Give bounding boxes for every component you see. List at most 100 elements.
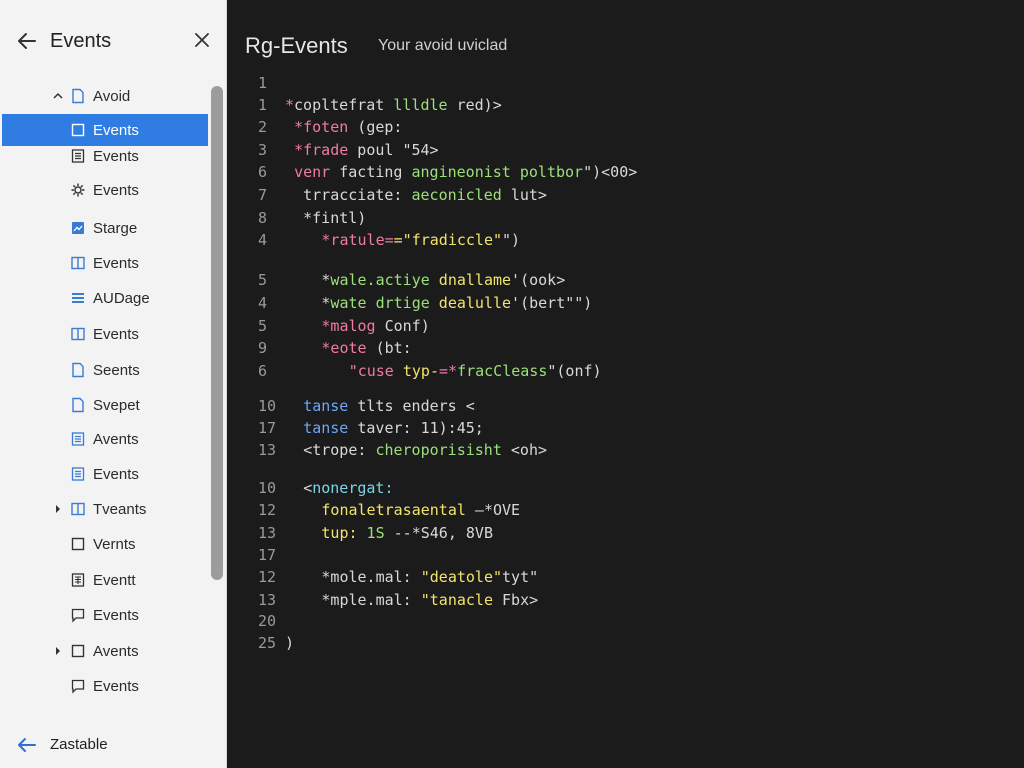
code-line[interactable]: 6 venr facting angineonist poltbor")<00> xyxy=(228,163,1008,185)
sidebar-item-label: Events xyxy=(93,148,139,165)
sidebar-item-label: Events xyxy=(93,326,139,343)
code-line[interactable]: 8 *fintl) xyxy=(228,209,1008,231)
sidebar-item-label: Events xyxy=(93,182,139,199)
file-icon xyxy=(72,88,84,104)
sidebar-item[interactable]: Seents xyxy=(0,357,212,383)
stack-icon xyxy=(72,293,84,303)
code-token: * xyxy=(285,96,295,114)
sidebar-item[interactable]: Vernts xyxy=(0,531,212,557)
code-line[interactable]: 10 <nonergat: xyxy=(228,479,1008,501)
code-token: tlts enders < xyxy=(348,397,475,415)
line-number: 17 xyxy=(258,419,277,437)
code-line[interactable]: 1 xyxy=(228,74,1008,96)
code-text: *wate drtige dealulle'(bert"") xyxy=(321,294,592,312)
line-number: 1 xyxy=(258,96,268,114)
code-token: typ- xyxy=(402,362,439,380)
square-icon xyxy=(71,537,85,551)
sidebar-item[interactable]: Avoid xyxy=(0,83,212,109)
code-line[interactable]: 2 *foten (gep: xyxy=(228,118,1008,140)
code-token: <trope: xyxy=(303,441,376,459)
code-line[interactable]: 25) xyxy=(228,634,1008,656)
code-line[interactable]: 12 fonaletrasaental —*OVE xyxy=(228,501,1008,523)
sidebar-item[interactable]: Events xyxy=(0,250,212,276)
code-token: =* xyxy=(439,362,458,380)
code-line[interactable]: 1 *copltefrat llldle red)> xyxy=(228,96,1008,118)
sidebar-item[interactable]: Events xyxy=(0,602,212,628)
code-token: "cuse xyxy=(348,362,403,380)
code-token: —*OVE xyxy=(465,501,521,519)
code-line[interactable]: 3 *frade poul "54> xyxy=(228,141,1008,163)
code-text: *mole.mal: "deatole"tyt" xyxy=(321,568,538,586)
code-token: *foten xyxy=(294,118,349,136)
code-line[interactable]: 5 *wale.actiye dnallame'(ook> xyxy=(228,271,1008,293)
sidebar-item[interactable]: Starge xyxy=(0,215,212,241)
chevron-right-icon[interactable] xyxy=(52,645,64,657)
sidebar-item-label: AUDage xyxy=(93,290,150,307)
line-number: 10 xyxy=(258,479,277,497)
code-token: (gep: xyxy=(348,118,403,136)
code-line[interactable]: 17 tanse taver: 11):45; xyxy=(228,419,1008,441)
code-line[interactable]: 20 xyxy=(228,612,1008,634)
line-number: 1 xyxy=(258,74,268,92)
sidebar-item-label: Avents xyxy=(93,643,139,660)
code-text: *malog Conf) xyxy=(321,317,429,335)
code-token: *mple.mal: xyxy=(321,591,421,609)
code-token: *malog xyxy=(321,317,376,335)
code-line[interactable]: 13 tup: 1S --*S46, 8VB xyxy=(228,524,1008,546)
sidebar-item[interactable]: Eventt xyxy=(0,567,212,593)
code-token: facting xyxy=(330,163,412,181)
sidebar-item-label: Events xyxy=(93,255,139,272)
sidebar-item[interactable]: Tvеants xyxy=(0,496,212,522)
code-line[interactable]: 6 "cuse typ-=*fracCleass"(onf) xyxy=(228,362,1008,384)
sidebar-scrollbar-thumb[interactable] xyxy=(211,86,223,580)
line-number: 25 xyxy=(258,634,277,652)
sidebar-item-label: Tvеants xyxy=(93,501,147,518)
sidebar-item[interactable]: Events xyxy=(0,114,212,146)
editor-title: Rg-Events xyxy=(245,33,348,58)
code-line[interactable]: 4 *wate drtige dealulle'(bert"") xyxy=(228,294,1008,316)
sidebar-footer-link[interactable]: Zastable xyxy=(0,728,212,762)
code-token: taver: 11):45; xyxy=(348,419,484,437)
sidebar-item[interactable]: Avents xyxy=(0,638,212,664)
code-text: *mple.mal: "tanacle Fbx> xyxy=(321,591,538,609)
sidebar-item[interactable]: Events xyxy=(0,461,212,487)
grid-doc-icon xyxy=(71,573,85,587)
line-number: 20 xyxy=(258,612,277,630)
code-line[interactable]: 10 tanse tlts enders < xyxy=(228,397,1008,419)
line-number: 13 xyxy=(258,591,277,609)
sidebar-item[interactable]: Svepet xyxy=(0,392,212,418)
code-token: lut> xyxy=(501,186,547,204)
line-number: 3 xyxy=(258,141,268,159)
code-token: llldle xyxy=(393,96,448,114)
sidebar-item-label: Events xyxy=(93,466,139,483)
sidebar-item-label: Starge xyxy=(93,220,138,237)
sidebar-item[interactable]: Events xyxy=(0,143,212,169)
code-line[interactable]: 13 <trope: cheroporisisht <oh> xyxy=(228,441,1008,463)
code-token: tanse xyxy=(303,397,349,415)
code-line[interactable]: 13 *mple.mal: "tanacle Fbx> xyxy=(228,591,1008,613)
sidebar-item[interactable]: AUDage xyxy=(0,285,212,311)
sidebar-item[interactable]: Events xyxy=(0,321,212,347)
code-token: wate drtige xyxy=(330,294,439,312)
code-line[interactable]: 9 *eote (bt: xyxy=(228,339,1008,361)
sidebar-item[interactable]: Events xyxy=(0,673,212,699)
line-number: 12 xyxy=(258,501,277,519)
sidebar-footer-label: Zastable xyxy=(50,736,108,753)
code-text: *wale.actiye dnallame'(ook> xyxy=(321,271,565,289)
code-line[interactable]: 4 *ratule=="fradiccle"") xyxy=(228,231,1008,253)
code-line[interactable]: 5 *malog Conf) xyxy=(228,317,1008,339)
columns-icon xyxy=(71,327,85,341)
code-token: tup: xyxy=(321,524,358,542)
code-line[interactable]: 12 *mole.mal: "deatole"tyt" xyxy=(228,568,1008,590)
sidebar-item[interactable]: Events xyxy=(0,177,212,203)
code-token: '(bert"") xyxy=(511,294,593,312)
line-number: 4 xyxy=(258,294,268,312)
sidebar-item[interactable]: Avents xyxy=(0,426,212,452)
code-token: dnallame xyxy=(438,271,512,289)
code-editor[interactable]: Rg-Events Your avoid uviclad 1 1 *copltefr… xyxy=(228,0,1024,768)
code-token: ="fradiccle" xyxy=(393,231,503,249)
chevron-up-icon[interactable] xyxy=(52,90,64,102)
chevron-right-icon[interactable] xyxy=(52,503,64,515)
code-line[interactable]: 17 xyxy=(228,546,1008,568)
code-line[interactable]: 7 trracciate: aeconicled lut> xyxy=(228,186,1008,208)
